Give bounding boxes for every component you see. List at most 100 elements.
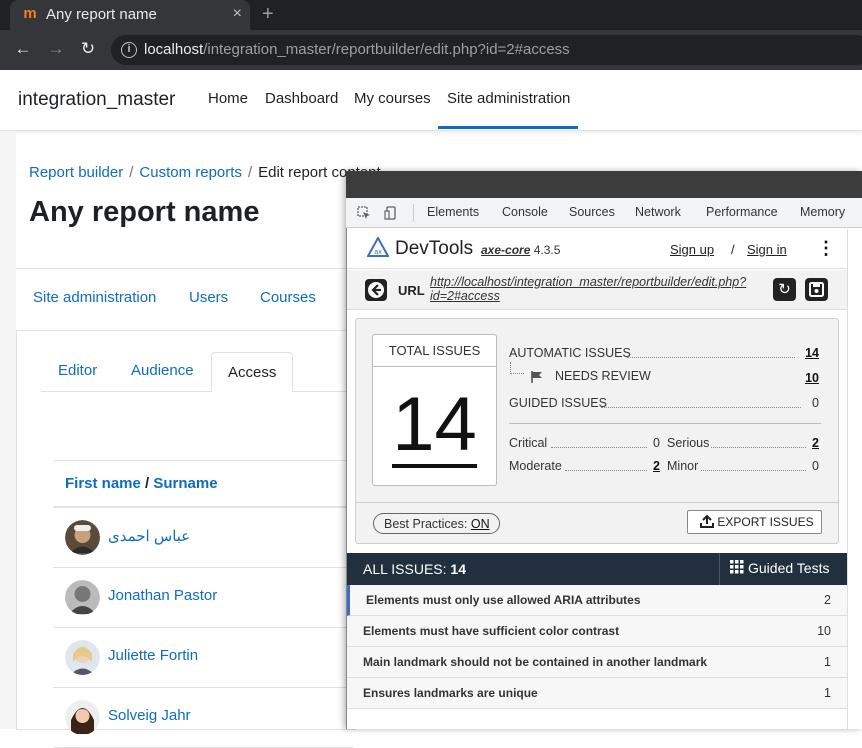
all-issues-heading: ALL ISSUES: 14 xyxy=(363,561,466,577)
devtools-tab-elements[interactable]: Elements xyxy=(427,205,479,219)
best-practices-toggle[interactable]: Best Practices: ON xyxy=(373,513,500,534)
export-label: EXPORT ISSUES xyxy=(717,515,814,529)
devtools-tab-sources[interactable]: Sources xyxy=(569,205,615,219)
needs-review-count[interactable]: 10 xyxy=(805,371,819,385)
issue-count: 2 xyxy=(824,593,831,607)
serious-row: Serious 2 xyxy=(667,436,819,450)
devtools-right-edge xyxy=(847,229,862,729)
tree-connector xyxy=(510,362,524,374)
nav-site-administration[interactable]: Site administration xyxy=(447,90,570,107)
tab-access[interactable]: Access xyxy=(211,352,293,392)
more-options-icon[interactable]: ⋮ xyxy=(816,238,836,258)
issue-row[interactable]: Elements must have sufficient color cont… xyxy=(347,616,847,647)
divider xyxy=(16,268,356,269)
forward-icon[interactable]: → xyxy=(47,40,65,58)
tab-editor[interactable]: Editor xyxy=(58,362,97,379)
issue-title: Elements must have sufficient color cont… xyxy=(363,624,620,638)
nav-my-courses[interactable]: My courses xyxy=(354,90,431,107)
rescan-icon[interactable]: ↻ xyxy=(773,278,796,301)
best-practices-label: Best Practices: xyxy=(384,517,468,531)
sign-in-link[interactable]: Sign in xyxy=(747,242,787,257)
user-name-link[interactable]: Jonathan Pastor xyxy=(108,587,217,604)
axe-core-link[interactable]: axe-core xyxy=(481,243,530,257)
address-bar[interactable]: i localhost/integration_master/reportbui… xyxy=(111,35,862,65)
page-margin xyxy=(0,131,16,729)
address-url: localhost/integration_master/reportbuild… xyxy=(144,41,570,58)
minor-row: Minor 0 xyxy=(667,459,819,473)
back-icon[interactable]: ← xyxy=(14,40,32,58)
user-avatar[interactable] xyxy=(65,700,100,735)
flag-icon xyxy=(531,371,542,383)
secnav-users[interactable]: Users xyxy=(189,289,228,306)
issue-title: Ensures landmarks are unique xyxy=(363,686,538,700)
user-name-link[interactable]: عباس احمدی xyxy=(108,527,190,545)
user-avatar[interactable] xyxy=(65,640,100,675)
reload-icon[interactable]: ↻ xyxy=(79,40,97,58)
version-number: 4.3.5 xyxy=(533,243,561,257)
user-avatar[interactable] xyxy=(65,520,100,555)
automatic-issues-count[interactable]: 14 xyxy=(805,346,819,360)
moderate-row: Moderate 2 xyxy=(509,459,660,473)
issue-row[interactable]: Main landmark should not be contained in… xyxy=(347,647,847,678)
export-issues-button[interactable]: EXPORT ISSUES xyxy=(687,510,822,534)
table-row: Juliette Fortin xyxy=(53,628,353,688)
auth-separator: / xyxy=(731,242,735,257)
issue-title: Elements must only use allowed ARIA attr… xyxy=(366,593,641,607)
inspect-element-icon[interactable] xyxy=(357,206,371,220)
devtools-tab-memory[interactable]: Memory xyxy=(800,205,845,219)
active-nav-indicator xyxy=(438,126,578,129)
best-practices-value[interactable]: ON xyxy=(471,517,490,531)
sort-first-name[interactable]: First name xyxy=(65,475,141,492)
user-name-link[interactable]: Solveig Jahr xyxy=(108,707,191,724)
guided-tests-label: Guided Tests xyxy=(748,560,830,576)
all-issues-label: ALL ISSUES: xyxy=(363,561,447,577)
needs-review-row: NEEDS REVIEW 10 xyxy=(555,369,819,385)
guided-tests-button[interactable]: Guided Tests xyxy=(730,560,829,576)
devtools-tab-network[interactable]: Network xyxy=(635,205,681,219)
new-tab-icon[interactable]: + xyxy=(262,3,274,25)
nav-dashboard[interactable]: Dashboard xyxy=(265,90,338,107)
bar-separator xyxy=(719,553,720,585)
save-icon[interactable] xyxy=(805,278,828,301)
secnav-courses[interactable]: Courses xyxy=(260,289,316,306)
tab-audience[interactable]: Audience xyxy=(131,362,194,379)
devtools-tab-performance[interactable]: Performance xyxy=(706,205,778,219)
export-icon xyxy=(700,514,714,528)
device-toolbar-icon[interactable] xyxy=(384,206,398,220)
critical-label: Critical xyxy=(509,436,548,450)
nav-home[interactable]: Home xyxy=(208,90,248,107)
column-header-name: First name / Surname xyxy=(65,475,218,492)
serious-count[interactable]: 2 xyxy=(812,436,819,450)
user-avatar[interactable] xyxy=(65,580,100,615)
moderate-count[interactable]: 2 xyxy=(653,459,660,473)
breadcrumb-custom-reports[interactable]: Custom reports xyxy=(139,164,242,181)
table-row: Jonathan Pastor xyxy=(53,568,353,628)
issue-row[interactable]: Ensures landmarks are unique 1 xyxy=(347,678,847,709)
breadcrumb-report-builder[interactable]: Report builder xyxy=(29,164,123,181)
table-row: Solveig Jahr xyxy=(53,688,353,748)
minor-count: 0 xyxy=(812,459,819,473)
guided-issues-label: GUIDED ISSUES xyxy=(509,396,607,410)
sign-up-link[interactable]: Sign up xyxy=(670,242,714,257)
sort-surname[interactable]: Surname xyxy=(153,475,217,492)
column-separator: / xyxy=(140,475,154,492)
site-name[interactable]: integration_master xyxy=(18,89,175,111)
page-title: Any report name xyxy=(29,196,260,228)
devtools-tab-console[interactable]: Console xyxy=(502,205,548,219)
critical-count: 0 xyxy=(653,436,660,450)
tab-close-icon[interactable]: × xyxy=(233,5,242,23)
user-name-link[interactable]: Juliette Fortin xyxy=(108,647,198,664)
secnav-site-administration[interactable]: Site administration xyxy=(33,289,156,306)
site-info-icon[interactable]: i xyxy=(121,42,137,58)
tabs-divider xyxy=(41,391,361,392)
tab-title: Any report name xyxy=(46,6,157,23)
scanned-url-link[interactable]: http://localhost/integration_master/repo… xyxy=(430,275,770,303)
issue-row[interactable]: Elements must only use allowed ARIA attr… xyxy=(347,585,847,616)
serious-label: Serious xyxy=(667,436,710,450)
svg-text:ax: ax xyxy=(374,249,382,256)
total-issues-count[interactable]: 14 xyxy=(372,382,497,468)
needs-review-label: NEEDS REVIEW xyxy=(555,369,651,383)
issue-count: 1 xyxy=(824,655,831,669)
browser-tab[interactable]: m Any report name × xyxy=(10,0,250,30)
back-arrow-icon[interactable] xyxy=(365,279,387,301)
